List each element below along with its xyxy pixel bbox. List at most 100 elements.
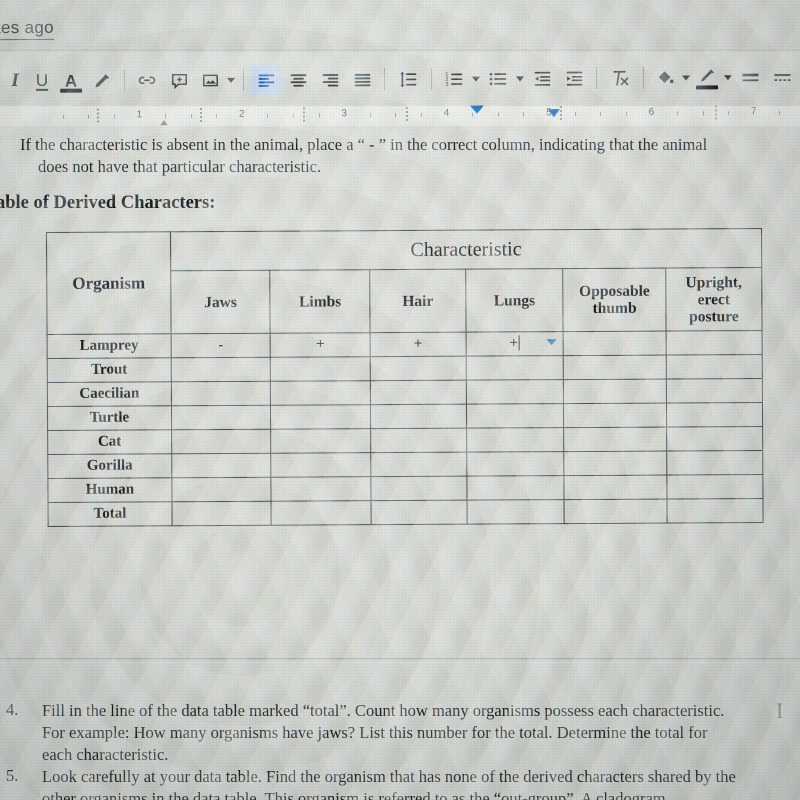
add-comment-button[interactable] <box>163 65 195 95</box>
table-cell-mark[interactable] <box>666 450 763 476</box>
ruler-tab-stop[interactable] <box>199 108 203 125</box>
table-cell-mark[interactable] <box>171 381 271 406</box>
bulleted-list-button[interactable] <box>482 63 514 93</box>
table-cell-mark[interactable]: - <box>170 333 271 358</box>
table-cell-mark[interactable] <box>666 474 763 500</box>
table-cell-mark-active[interactable]: + <box>465 331 564 357</box>
table-cell-mark[interactable] <box>270 356 371 382</box>
table-cell-mark[interactable] <box>466 403 565 429</box>
table-cell-mark[interactable] <box>370 452 467 477</box>
border-color-button[interactable] <box>692 62 722 92</box>
document-ruler[interactable]: 1234567 <box>0 105 800 127</box>
insert-image-caret-icon[interactable] <box>225 65 237 95</box>
table-cell-mark[interactable] <box>271 476 372 502</box>
table-cell-mark[interactable] <box>465 355 564 381</box>
border-color-caret-icon[interactable] <box>722 62 734 92</box>
table-cell-organism[interactable]: Total <box>48 501 173 527</box>
text-color-button[interactable]: A <box>56 66 86 96</box>
ruler-margin-marker[interactable] <box>160 120 169 126</box>
table-cell-mark[interactable] <box>665 330 763 356</box>
table-column-header[interactable]: Upright, erect posture <box>665 267 763 332</box>
table-cell-mark[interactable] <box>666 426 763 452</box>
table-cell-mark[interactable] <box>371 500 467 525</box>
table-cell-mark[interactable] <box>564 499 667 524</box>
increase-indent-button[interactable] <box>558 63 590 93</box>
table-cell-mark[interactable] <box>563 379 667 404</box>
table-cell-mark[interactable] <box>171 405 272 430</box>
ruler-tab-stop[interactable] <box>405 106 409 123</box>
table-cell-mark[interactable] <box>370 404 467 429</box>
numbered-list-button[interactable]: 1 2 3 <box>438 64 470 94</box>
table-column-header[interactable]: Opposable thumb <box>563 268 666 332</box>
table-cell-mark[interactable] <box>371 476 467 501</box>
table-cell-mark[interactable] <box>466 379 564 405</box>
fill-color-caret-icon[interactable] <box>680 62 692 92</box>
table-column-header[interactable]: Limbs <box>270 269 371 334</box>
table-cell-mark[interactable] <box>171 477 272 502</box>
derived-characters-table[interactable]: Organism Characteristic Jaws Limbs Hair Lungs… <box>46 228 764 527</box>
table-cell-organism[interactable]: Human <box>47 477 172 503</box>
table-cell-mark[interactable] <box>271 500 372 526</box>
underline-button[interactable]: U <box>28 66 56 96</box>
ruler-left-indent-marker[interactable] <box>547 109 561 118</box>
ruler-tab-stop[interactable] <box>714 105 718 122</box>
table-header-organism[interactable]: Organism <box>46 231 171 335</box>
border-dash-button[interactable] <box>766 62 798 92</box>
numbered-list-caret-icon[interactable] <box>470 64 482 94</box>
document-page-2[interactable]: 4. Fill in the line of the data table mar… <box>0 663 800 800</box>
table-cell-mark[interactable] <box>171 429 272 454</box>
table-cell-mark[interactable] <box>271 428 371 454</box>
table-cell-mark[interactable] <box>370 356 467 381</box>
ruler-first-line-indent-marker[interactable] <box>469 105 484 114</box>
table-cell-mark[interactable] <box>270 404 371 430</box>
last-edit-status[interactable]: tes ago <box>0 17 54 41</box>
border-width-button[interactable] <box>734 62 766 92</box>
table-cell-mark[interactable] <box>563 403 667 428</box>
table-cell-mark[interactable] <box>370 380 467 405</box>
table-cell-mark[interactable] <box>466 451 565 477</box>
table-column-header[interactable]: Hair <box>369 269 466 333</box>
table-cell-mark[interactable] <box>564 451 667 476</box>
insert-link-button[interactable] <box>131 65 163 95</box>
table-cell-mark[interactable] <box>564 427 667 452</box>
table-cell-mark[interactable] <box>466 427 565 453</box>
table-cell-mark[interactable] <box>564 475 667 500</box>
ruler-tab-stop[interactable] <box>96 108 100 125</box>
highlight-color-button[interactable] <box>86 65 118 95</box>
ruler-tab-stop[interactable] <box>559 106 563 123</box>
table-cell-mark[interactable]: + <box>270 332 371 358</box>
table-column-header[interactable]: Lungs <box>465 268 564 333</box>
table-cell-mark[interactable] <box>563 331 666 356</box>
table-cell-mark[interactable] <box>666 402 763 428</box>
fill-color-button[interactable] <box>650 63 680 93</box>
table-cell-mark[interactable] <box>171 453 272 478</box>
align-right-button[interactable] <box>314 64 346 94</box>
table-cell-organism[interactable]: Lamprey <box>47 333 172 359</box>
decrease-indent-button[interactable] <box>526 63 558 93</box>
table-header-characteristic[interactable]: Characteristic <box>170 228 762 271</box>
table-cell-mark[interactable] <box>666 378 763 404</box>
table-cell-mark[interactable] <box>466 475 565 501</box>
line-spacing-button[interactable] <box>391 64 425 94</box>
table-cell-mark[interactable] <box>563 355 667 380</box>
table-cell-mark[interactable] <box>665 354 763 380</box>
table-cell-organism[interactable]: Caecilian <box>47 381 172 407</box>
table-cell-mark[interactable] <box>666 498 764 524</box>
table-cell-organism[interactable]: Gorilla <box>47 453 172 479</box>
clear-formatting-button[interactable] <box>603 63 637 93</box>
table-cell-mark[interactable] <box>171 357 271 382</box>
insert-image-button[interactable] <box>195 65 225 95</box>
ruler-tab-stop[interactable] <box>302 107 306 124</box>
table-cell-organism[interactable]: Turtle <box>47 405 172 431</box>
table-cell-mark[interactable] <box>270 380 371 406</box>
table-column-header[interactable]: Jaws <box>170 270 271 334</box>
italic-button[interactable]: I <box>2 66 28 96</box>
table-cell-mark[interactable] <box>271 452 372 478</box>
table-cell-mark[interactable] <box>466 499 565 525</box>
table-cell-mark[interactable] <box>370 428 467 453</box>
table-cell-mark[interactable]: + <box>370 332 466 357</box>
table-cell-mark[interactable] <box>171 501 272 526</box>
align-justify-button[interactable] <box>346 64 378 94</box>
table-cell-organism[interactable]: Cat <box>47 429 172 455</box>
cell-dropdown-caret-icon[interactable] <box>547 339 558 346</box>
